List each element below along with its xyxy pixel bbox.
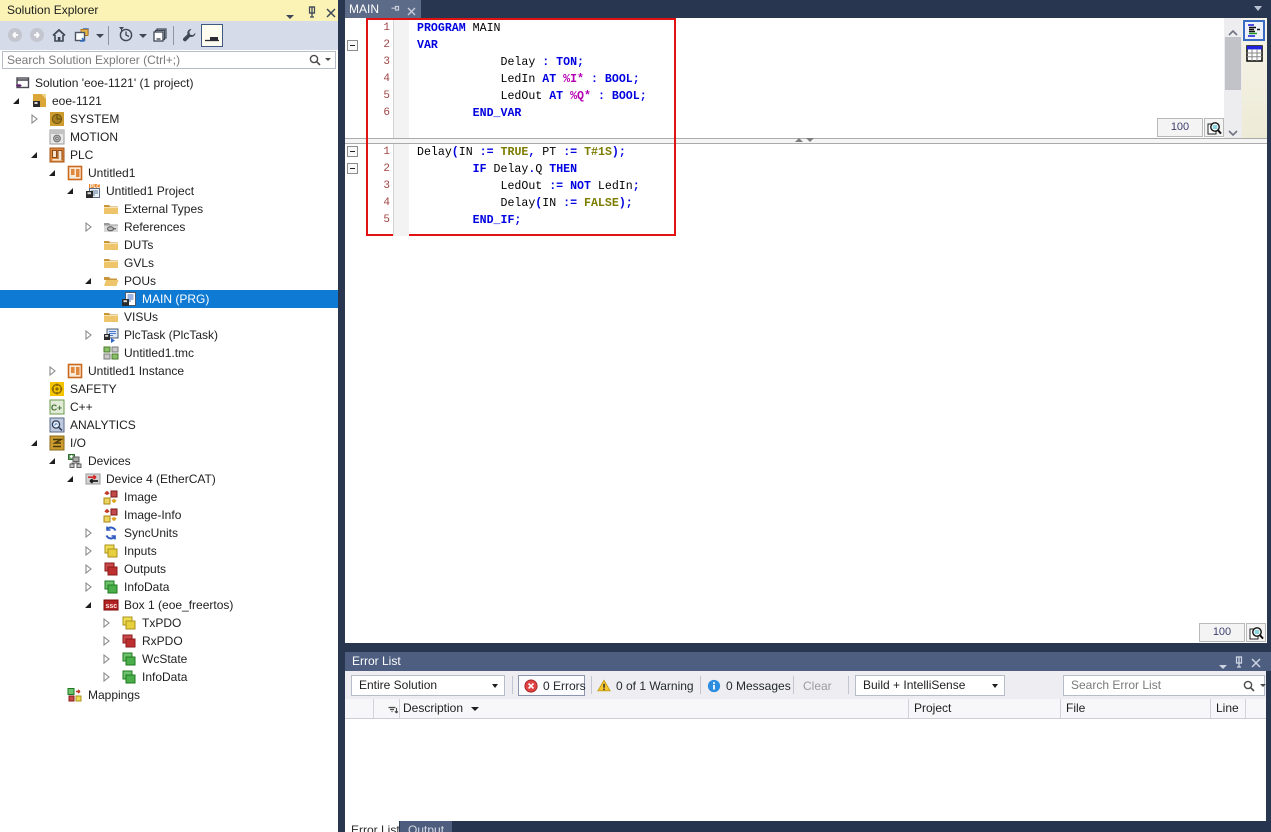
svg-text:ssc: ssc [105, 603, 117, 610]
svg-text:C+: C+ [51, 403, 62, 413]
